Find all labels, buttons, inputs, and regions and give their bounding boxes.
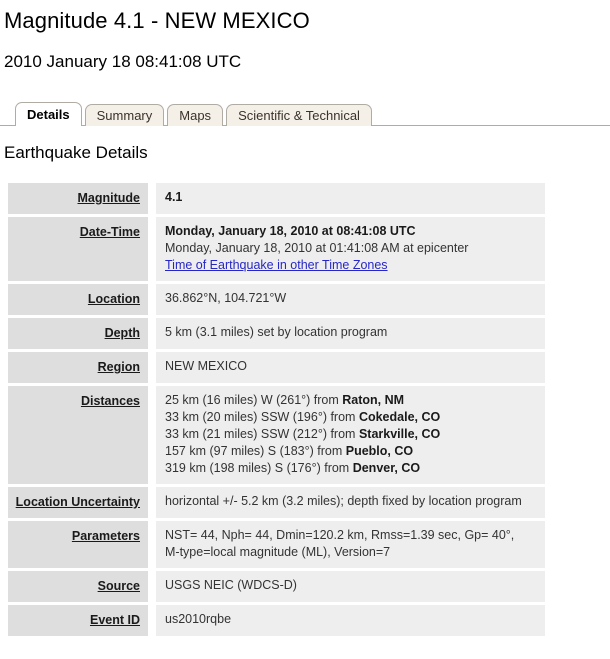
row-label-location: Location [8,284,148,315]
table-row: Parameters NST= 44, Nph= 44, Dmin=120.2 … [8,521,545,568]
column-gap [148,571,156,602]
row-value-date-time: Monday, January 18, 2010 at 08:41:08 UTC… [156,217,545,281]
tab-list: Details Summary Maps Scientific & Techni… [15,99,610,127]
distance-place: Pueblo, CO [345,444,414,458]
tab-scientific-technical[interactable]: Scientific & Technical [226,104,372,126]
distance-item: 157 km (97 miles) S (183°) from Pueblo, … [165,443,537,460]
distance-item: 33 km (20 miles) SSW (196°) from Cokedal… [165,409,537,426]
row-value-location: 36.862°N, 104.721°W [156,284,545,315]
column-gap [148,183,156,214]
magnitude-value: 4.1 [165,190,183,204]
column-gap [148,386,156,484]
page-subtitle: 2010 January 18 08:41:08 UTC [4,52,242,71]
row-label-region: Region [8,352,148,383]
table-row: Event ID us2010rqbe [8,605,545,636]
row-label-date-time: Date-Time [8,217,148,281]
label-text: Location Uncertainty [15,495,140,509]
distance-measure: 157 km (97 miles) S (183°) from [165,444,346,458]
table-row: Location Uncertainty horizontal +/- 5.2 … [8,487,545,518]
column-gap [148,605,156,636]
table-row: Region NEW MEXICO [8,352,545,383]
region-value: NEW MEXICO [165,359,247,373]
parameters-line-1: NST= 44, Nph= 44, Dmin=120.2 km, Rmss=1.… [165,528,515,542]
row-label-magnitude: Magnitude [8,183,148,214]
label-text: Depth [104,326,140,340]
label-text: Region [97,360,140,374]
tab-bar: Details Summary Maps Scientific & Techni… [0,99,610,127]
column-gap [148,318,156,349]
time-zones-link[interactable]: Time of Earthquake in other Time Zones [165,258,388,272]
location-value: 36.862°N, 104.721°W [165,291,287,305]
column-gap [148,284,156,315]
row-value-parameters: NST= 44, Nph= 44, Dmin=120.2 km, Rmss=1.… [156,521,545,568]
tab-maps[interactable]: Maps [167,104,224,126]
row-value-distances: 25 km (16 miles) W (261°) from Raton, NM… [156,386,545,484]
row-value-region: NEW MEXICO [156,352,545,383]
column-gap [148,217,156,281]
location-uncertainty-value: horizontal +/- 5.2 km (3.2 miles); depth… [165,494,522,508]
label-text: Date-Time [79,225,140,239]
row-label-parameters: Parameters [8,521,148,568]
table-row: Source USGS NEIC (WDCS-D) [8,571,545,602]
distance-place: Denver, CO [352,461,421,475]
depth-value: 5 km (3.1 miles) set by location program [165,325,388,339]
row-value-location-uncertainty: horizontal +/- 5.2 km (3.2 miles); depth… [156,487,545,518]
date-time-utc: Monday, January 18, 2010 at 08:41:08 UTC [165,224,416,238]
table-row: Date-Time Monday, January 18, 2010 at 08… [8,217,545,281]
tab-summary[interactable]: Summary [84,104,165,126]
distance-place: Raton, NM [342,393,405,407]
row-value-source: USGS NEIC (WDCS-D) [156,571,545,602]
row-label-distances: Distances [8,386,148,484]
distance-place: Starkville, CO [358,427,441,441]
source-value: USGS NEIC (WDCS-D) [165,578,297,592]
label-text: Event ID [89,613,140,627]
column-gap [148,352,156,383]
label-text: Parameters [71,529,140,543]
section-title: Earthquake Details [4,143,148,162]
label-text: Distances [80,394,140,408]
label-text: Location [87,292,140,306]
distance-item: 319 km (198 miles) S (176°) from Denver,… [165,460,537,477]
table-row: Distances 25 km (16 miles) W (261°) from… [8,386,545,484]
label-text: Source [97,579,140,593]
distance-measure: 25 km (16 miles) W (261°) from [165,393,343,407]
row-label-location-uncertainty: Location Uncertainty [8,487,148,518]
tab-details[interactable]: Details [15,102,82,127]
parameters-line-2: M-type=local magnitude (ML), Version=7 [165,545,391,559]
distance-place: Cokedale, CO [358,410,441,424]
distance-item: 33 km (21 miles) SSW (212°) from Starkvi… [165,426,537,443]
row-label-depth: Depth [8,318,148,349]
distance-measure: 33 km (20 miles) SSW (196°) from [165,410,359,424]
row-value-depth: 5 km (3.1 miles) set by location program [156,318,545,349]
distance-measure: 319 km (198 miles) S (176°) from [165,461,353,475]
page-title: Magnitude 4.1 - NEW MEXICO [4,8,310,33]
date-time-local: Monday, January 18, 2010 at 01:41:08 AM … [165,241,469,255]
earthquake-details-table: Magnitude 4.1 Date-Time Monday, January … [8,180,545,639]
row-value-magnitude: 4.1 [156,183,545,214]
row-value-event-id: us2010rqbe [156,605,545,636]
table-row: Magnitude 4.1 [8,183,545,214]
row-label-source: Source [8,571,148,602]
column-gap [148,521,156,568]
label-text: Magnitude [77,191,141,205]
distance-measure: 33 km (21 miles) SSW (212°) from [165,427,359,441]
column-gap [148,487,156,518]
table-row: Depth 5 km (3.1 miles) set by location p… [8,318,545,349]
event-id-value: us2010rqbe [165,612,232,626]
distance-item: 25 km (16 miles) W (261°) from Raton, NM [165,392,537,409]
table-row: Location 36.862°N, 104.721°W [8,284,545,315]
row-label-event-id: Event ID [8,605,148,636]
